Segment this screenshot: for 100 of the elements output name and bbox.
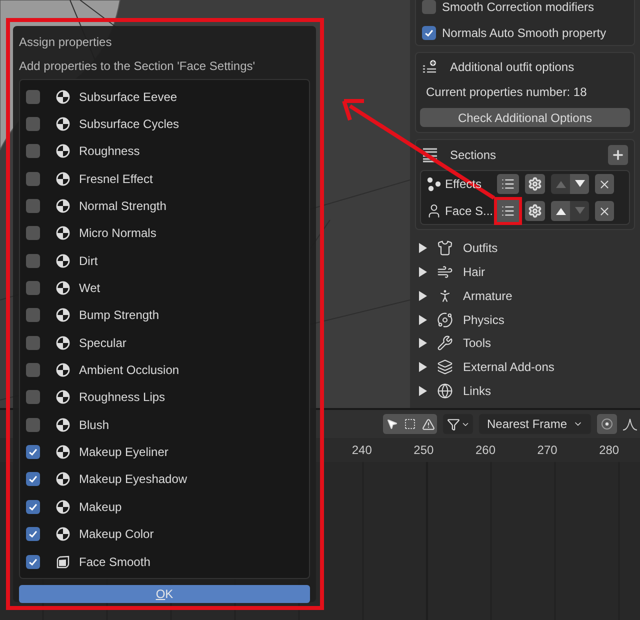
panel-header[interactable]: Physics (415, 309, 635, 330)
checkbox[interactable] (26, 308, 40, 322)
checkbox[interactable] (422, 0, 436, 14)
panel-header[interactable]: Tools (415, 333, 635, 354)
property-label: Specular (79, 334, 126, 352)
list-button[interactable] (494, 197, 522, 225)
list-icon (501, 204, 515, 218)
layers-icon (437, 359, 453, 376)
checkbox[interactable] (26, 90, 40, 104)
remove-button[interactable] (595, 201, 614, 221)
frame-number: 270 (536, 442, 558, 459)
panel-title: Tools (463, 335, 492, 352)
panel-title: Outfits (463, 240, 498, 258)
shader-ball-icon (56, 418, 70, 432)
checkbox[interactable] (26, 144, 40, 158)
expand-triangle-icon (419, 243, 427, 254)
check-icon (27, 446, 39, 458)
panel-title: Links (463, 382, 492, 400)
property-label: Bump Strength (79, 307, 160, 324)
section-name: Face S... (445, 203, 494, 220)
rounded-cube-icon (56, 554, 70, 569)
user-icon (426, 203, 442, 219)
orbit-icon (437, 312, 453, 328)
warning-icon (422, 418, 434, 430)
dialog-title: Assign properties (19, 34, 113, 49)
shader-ball-icon (56, 117, 70, 132)
shirt-icon (437, 240, 453, 256)
box-title: Additional outfit options (450, 59, 574, 76)
list-icon (501, 177, 515, 191)
check-icon (27, 528, 39, 540)
list-button[interactable] (497, 174, 519, 194)
filter-button[interactable] (443, 414, 473, 434)
checkbox[interactable] (26, 254, 40, 268)
checkbox-label: Smooth Correction modifiers (442, 0, 594, 16)
filter-icon (446, 418, 460, 430)
settings-icon (528, 204, 542, 218)
close-icon (598, 178, 611, 190)
panel-header[interactable]: Outfits (415, 238, 635, 258)
checkbox[interactable] (26, 226, 40, 240)
properties-count: Current properties number: 18 (425, 84, 588, 101)
add-button[interactable] (608, 145, 628, 165)
frame-number: 260 (474, 442, 496, 459)
checkbox[interactable] (26, 172, 40, 186)
check-options-button[interactable]: Check Additional Options (420, 108, 630, 127)
select-tool-button[interactable] (383, 414, 401, 434)
settings-button[interactable] (525, 174, 545, 194)
checkbox[interactable] (26, 445, 40, 460)
shader-ball-icon (56, 527, 70, 542)
checkbox[interactable] (26, 336, 40, 350)
warning-button[interactable] (419, 414, 437, 434)
shader-ball-icon (56, 445, 70, 460)
property-label: Makeup (79, 498, 122, 516)
shader-ball-icon (56, 281, 70, 296)
shader-ball-icon (56, 90, 70, 104)
checkbox-label: Normals Auto Smooth property (442, 25, 606, 42)
proportional-button[interactable] (597, 414, 617, 434)
shader-ball-icon (56, 144, 70, 158)
panel-title: External Add-ons (463, 359, 554, 376)
property-label: Roughness Lips (79, 389, 166, 406)
shader-ball-icon (56, 226, 70, 240)
checkbox[interactable] (26, 117, 40, 132)
dots-icon (426, 176, 442, 192)
checkbox[interactable] (26, 281, 40, 296)
expand-triangle-icon (419, 362, 427, 372)
dialog-subtitle: Add properties to the Section 'Face Settings' (19, 58, 256, 73)
checkbox[interactable] (26, 418, 40, 432)
checkbox[interactable] (422, 26, 436, 40)
panel-header[interactable]: Links (415, 380, 635, 402)
property-label: Subsurface Eevee (79, 88, 178, 106)
settings-button[interactable] (525, 201, 545, 221)
property-label: Wet (79, 280, 100, 298)
frame-number: 280 (598, 442, 620, 459)
checkbox[interactable] (26, 390, 40, 404)
property-label: Dirt (79, 252, 98, 270)
frame-number: 240 (350, 442, 373, 459)
panel-header[interactable]: Hair (415, 262, 635, 282)
expand-triangle-icon (419, 386, 427, 396)
checkbox[interactable] (26, 472, 40, 486)
property-label: Fresnel Effect (79, 170, 153, 188)
move-up-button[interactable] (551, 201, 570, 221)
panel-header[interactable]: External Add-ons (415, 356, 635, 378)
move-down-button[interactable] (570, 174, 589, 194)
snap-mode-dropdown[interactable]: Nearest Frame (479, 414, 591, 434)
checkbox[interactable] (26, 199, 40, 214)
shader-ball-icon (56, 500, 70, 514)
wrench-icon (437, 335, 453, 352)
property-label: Normal Strength (79, 198, 166, 216)
property-label: Ambient Occlusion (79, 362, 180, 380)
panel-header[interactable]: Armature (415, 286, 635, 306)
checkbox[interactable] (26, 500, 40, 514)
remove-button[interactable] (595, 174, 614, 194)
globe-icon (437, 382, 453, 399)
shader-ball-icon (56, 363, 70, 378)
property-label: Makeup Eyeshadow (79, 471, 188, 488)
property-label: Blush (79, 416, 110, 434)
checkbox[interactable] (26, 554, 40, 569)
check-icon (27, 473, 39, 486)
checkbox[interactable] (26, 527, 40, 542)
shader-ball-icon (56, 254, 70, 268)
checkbox[interactable] (26, 363, 40, 378)
